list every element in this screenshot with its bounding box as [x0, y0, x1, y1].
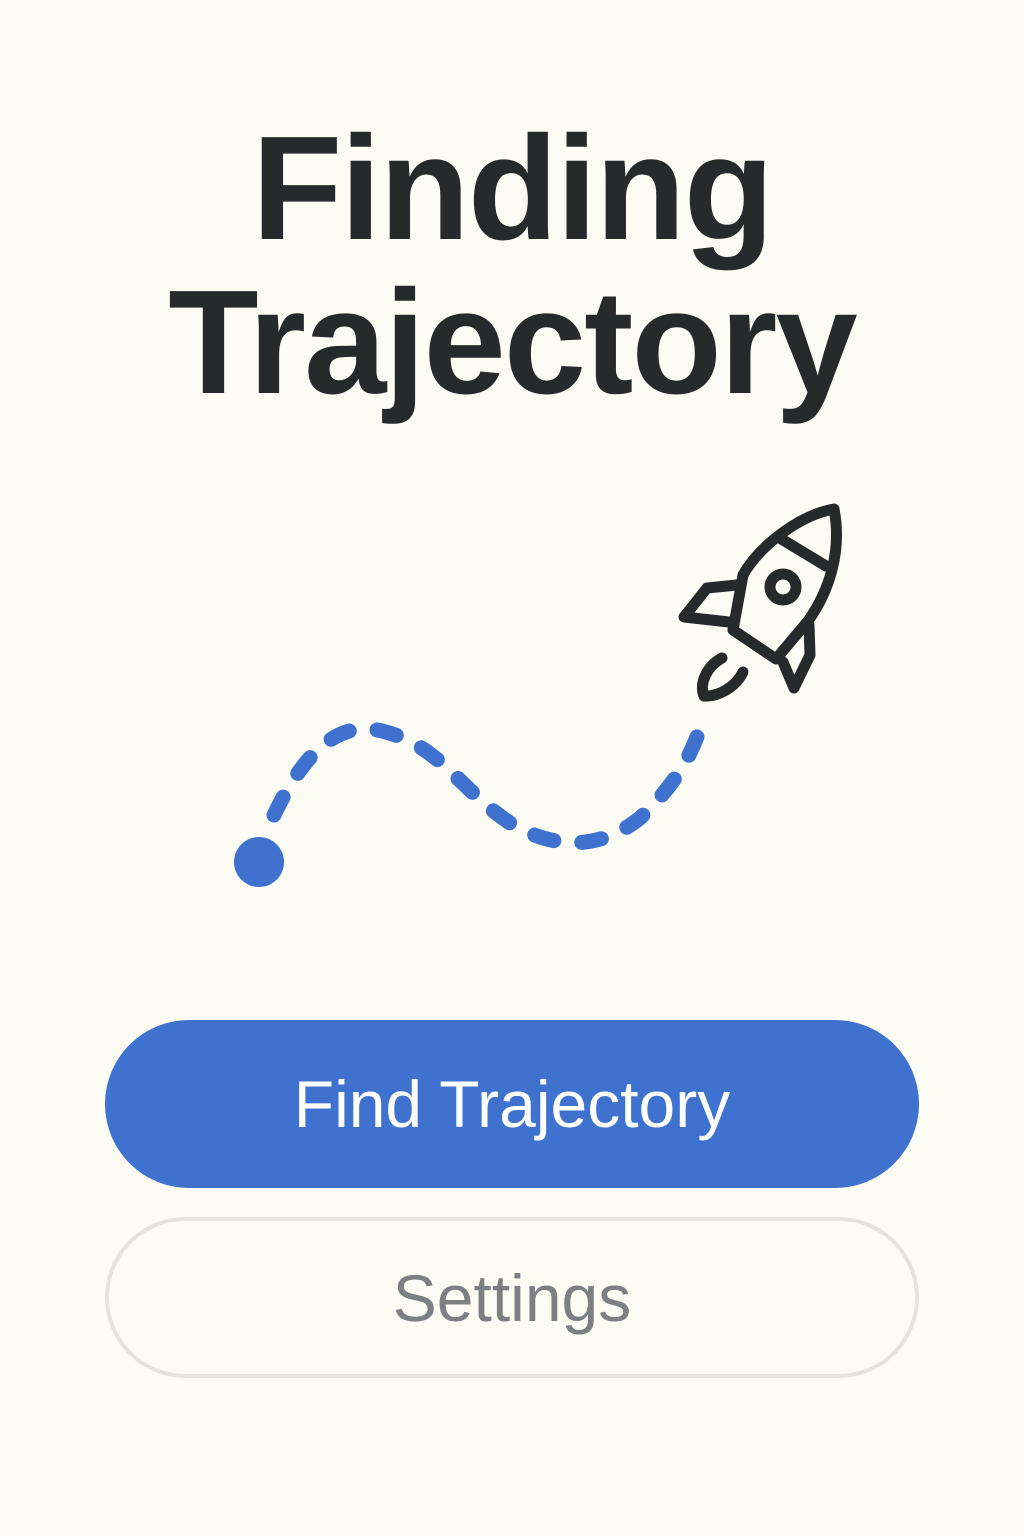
settings-button[interactable]: Settings: [105, 1217, 919, 1378]
trajectory-path: [266, 720, 708, 851]
find-trajectory-button-label: Find Trajectory: [293, 1067, 731, 1141]
page-title-line-1: Finding: [251, 106, 774, 271]
trajectory-illustration: [234, 503, 842, 887]
page-title-line-2: Trajectory: [168, 260, 857, 425]
page-title: Finding Trajectory: [0, 112, 1024, 420]
find-trajectory-button[interactable]: Find Trajectory: [105, 1020, 919, 1188]
rocket-icon: [678, 503, 842, 702]
trajectory-screen: Finding Trajectory Find Trajectory Setti…: [0, 0, 1024, 1536]
start-point-dot: [234, 837, 284, 887]
settings-button-label: Settings: [392, 1260, 632, 1335]
